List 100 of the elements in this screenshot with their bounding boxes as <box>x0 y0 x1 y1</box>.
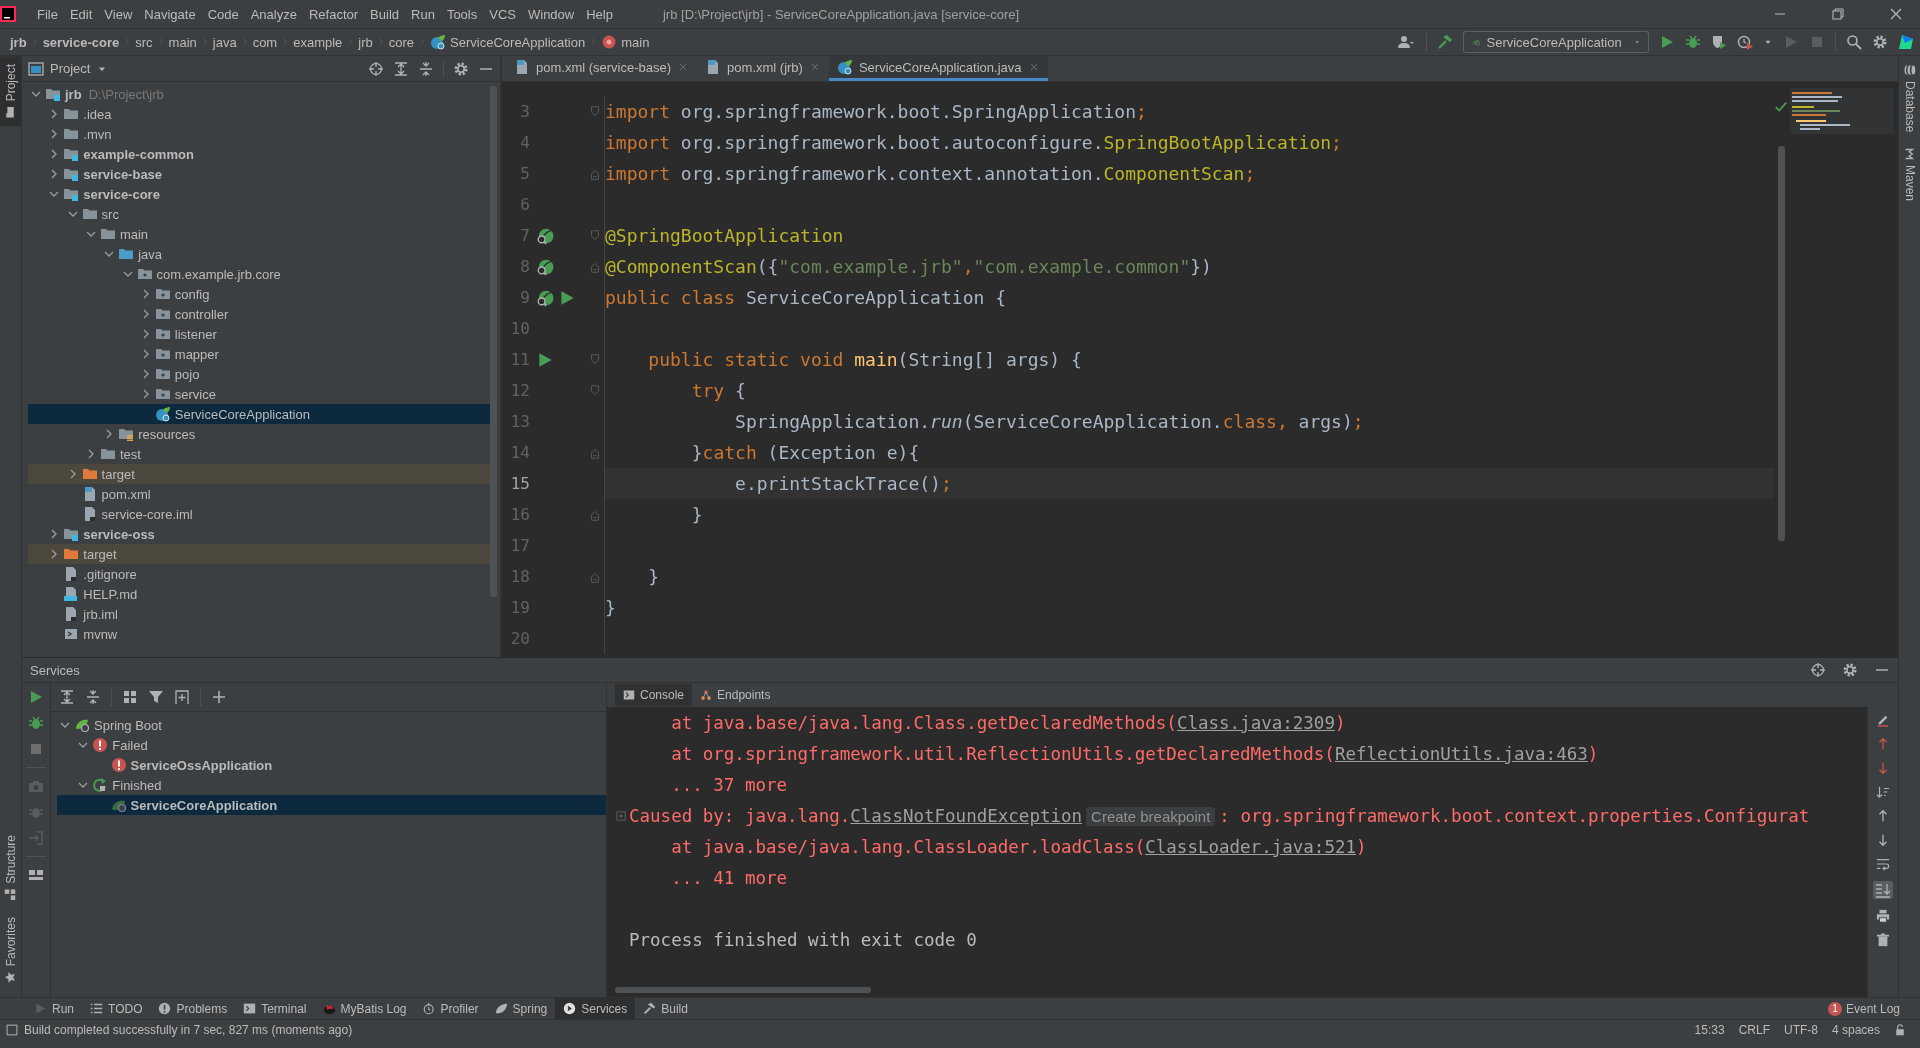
expand-all-icon[interactable] <box>59 689 75 705</box>
tool-window-tab[interactable]: Services <box>555 998 636 1019</box>
file-link[interactable]: ClassLoader.java:521 <box>1145 836 1356 857</box>
coverage-icon[interactable] <box>1711 34 1727 50</box>
tool-window-tab[interactable]: Database <box>1899 56 1920 141</box>
fold-icon[interactable] <box>588 383 602 398</box>
breadcrumb[interactable]: example <box>293 34 343 50</box>
tree-item[interactable]: ServiceCoreApplication <box>57 795 606 815</box>
event-log-button[interactable]: 1 Event Log <box>1821 1000 1906 1017</box>
menu-item[interactable]: File <box>31 3 64 25</box>
editor-tab[interactable]: pom.xml (service-base) <box>506 56 698 81</box>
bean-icon[interactable] <box>536 257 554 276</box>
tree-item[interactable]: ServiceCoreApplication <box>28 404 490 424</box>
tool-window-tab[interactable]: Problems <box>150 998 236 1019</box>
debug-icon[interactable] <box>28 715 44 731</box>
stop-icon[interactable] <box>28 741 44 757</box>
status-item[interactable]: 15:33 <box>1694 1023 1725 1037</box>
breadcrumb[interactable]: com <box>252 34 278 50</box>
tree-item[interactable]: config <box>28 284 490 304</box>
tool-window-tab[interactable]: Spring <box>486 998 556 1019</box>
breadcrumb[interactable]: core <box>388 34 415 50</box>
tree-item[interactable]: Spring Boot <box>57 715 606 735</box>
tree-item[interactable]: Failed <box>57 735 606 755</box>
tree-item[interactable]: src <box>28 204 490 224</box>
status-item[interactable]: 4 spaces <box>1831 1023 1880 1037</box>
tree-item[interactable]: service-core <box>28 184 490 204</box>
project-view-dropdown[interactable]: Project <box>28 60 109 77</box>
breadcrumb[interactable]: java <box>212 34 237 50</box>
user-icon[interactable] <box>1396 34 1416 50</box>
sort-icon[interactable] <box>1876 785 1890 799</box>
breadcrumb[interactable]: service-core <box>42 34 120 50</box>
tool-window-tab[interactable]: Terminal <box>235 998 315 1019</box>
layout-icon[interactable] <box>28 867 44 883</box>
panel-toggle-icon[interactable] <box>6 1024 18 1036</box>
tree-item[interactable]: listener <box>28 324 490 344</box>
menu-item[interactable]: Help <box>580 3 619 25</box>
locate-icon[interactable] <box>368 60 384 77</box>
tree-item[interactable]: pojo <box>28 364 490 384</box>
tree-item[interactable]: .gitignore <box>28 564 490 584</box>
tree-item[interactable]: Finished <box>57 775 606 795</box>
expand-all-icon[interactable] <box>393 60 409 77</box>
breadcrumb[interactable]: src <box>135 34 153 50</box>
scrollbar[interactable] <box>615 987 871 993</box>
tree-item[interactable]: example-common <box>28 144 490 164</box>
editor-tab[interactable]: ServiceCoreApplication.java <box>828 56 1048 81</box>
settings-icon[interactable] <box>1842 662 1858 678</box>
debug-icon[interactable] <box>1685 34 1701 50</box>
breadcrumb[interactable]: jrb <box>358 34 373 50</box>
add-icon[interactable] <box>211 689 227 705</box>
tree-item[interactable]: mvnw <box>28 624 490 644</box>
fold-icon[interactable] <box>588 352 602 367</box>
editor-tab[interactable]: pom.xml (jrb) <box>697 56 829 81</box>
toolbox-logo-icon[interactable] <box>1898 34 1914 50</box>
tree-item[interactable]: HELP.md <box>28 584 490 604</box>
menu-item[interactable]: Navigate <box>138 3 202 25</box>
close-icon[interactable] <box>1888 6 1904 22</box>
tree-item[interactable]: service-base <box>28 164 490 184</box>
down-arrow-icon[interactable] <box>1876 833 1890 847</box>
collapse-all-icon[interactable] <box>85 689 101 705</box>
file-link[interactable]: ClassNotFoundException <box>850 805 1083 826</box>
settings-icon[interactable] <box>1872 34 1888 50</box>
tree-item[interactable]: jrb.iml <box>28 604 490 624</box>
run-icon[interactable] <box>536 350 554 369</box>
profiler-icon[interactable] <box>1737 34 1753 50</box>
run-icon[interactable] <box>558 288 576 307</box>
print-icon[interactable] <box>1876 909 1890 923</box>
fold-icon[interactable] <box>588 104 602 119</box>
tool-window-tab[interactable]: TODO <box>82 998 151 1019</box>
settings-icon[interactable] <box>453 60 469 77</box>
console-tab[interactable]: Endpoints <box>692 684 779 706</box>
edit-icon[interactable] <box>1876 713 1890 727</box>
menu-item[interactable]: Code <box>201 3 245 25</box>
locate-icon[interactable] <box>1810 662 1826 678</box>
run-icon[interactable] <box>1659 34 1675 50</box>
menu-item[interactable]: Edit <box>63 3 99 25</box>
tree-item[interactable]: jrb D:\Project\jrb <box>28 84 490 104</box>
status-item[interactable]: CRLF <box>1738 1023 1770 1037</box>
breadcrumb[interactable]: main <box>168 34 197 50</box>
scrollbar[interactable] <box>1778 146 1785 541</box>
create-breakpoint-hint[interactable]: Create breakpoint <box>1086 806 1216 826</box>
tool-window-tab[interactable]: Build <box>635 998 696 1019</box>
tree-item[interactable]: target <box>28 544 490 564</box>
restore-icon[interactable] <box>1830 6 1846 22</box>
menu-item[interactable]: Build <box>364 3 405 25</box>
tool-window-tab[interactable]: Maven <box>1899 140 1920 210</box>
menu-item[interactable]: Window <box>521 3 581 25</box>
tool-window-tab[interactable]: Structure <box>0 826 21 909</box>
tool-window-tab[interactable]: Profiler <box>414 998 487 1019</box>
group-icon[interactable] <box>122 689 138 705</box>
soft-wrap-icon[interactable] <box>1876 857 1890 871</box>
tree-item[interactable]: service-oss <box>28 524 490 544</box>
filter-icon[interactable] <box>148 689 164 705</box>
menu-item[interactable]: VCS <box>483 3 522 25</box>
breadcrumb[interactable]: jrb <box>10 34 27 50</box>
menu-item[interactable]: Refactor <box>302 3 365 25</box>
tree-item[interactable]: .mvn <box>28 124 490 144</box>
run-icon[interactable] <box>28 689 44 705</box>
hammer-icon[interactable] <box>1437 34 1453 50</box>
breadcrumb[interactable]: main <box>601 34 650 50</box>
run-configuration-dropdown[interactable]: ServiceCoreApplication <box>1463 31 1649 53</box>
